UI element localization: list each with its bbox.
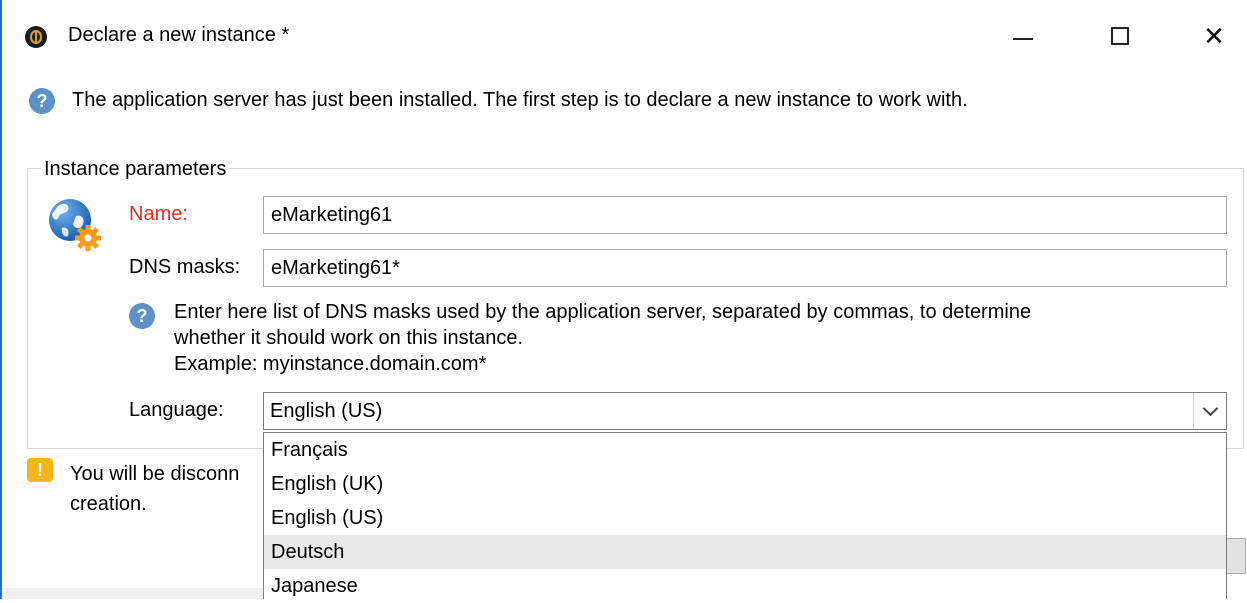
dialog-window: Declare a new instance * ✕ ? The applica…: [0, 0, 1247, 599]
warning-line: You will be disconn: [70, 463, 240, 485]
warning-line: creation.: [70, 493, 147, 515]
group-legend: Instance parameters: [41, 158, 230, 181]
language-option-english-us[interactable]: English (US): [264, 501, 1226, 535]
language-selected-value: English (US): [270, 400, 383, 422]
dns-help-text: Enter here list of DNS masks used by the…: [174, 299, 1031, 377]
exclamation-icon: !: [27, 458, 53, 482]
language-select[interactable]: English (US): [263, 392, 1227, 430]
dns-help-line: whether it should work on this instance.: [174, 327, 524, 349]
minimize-button[interactable]: [1001, 16, 1045, 56]
intro-text: The application server has just been ins…: [72, 89, 968, 111]
language-option-japanese[interactable]: Japanese: [264, 569, 1226, 603]
dialog-button-partial[interactable]: [1227, 538, 1246, 574]
window-title: Declare a new instance *: [68, 24, 290, 46]
name-input[interactable]: eMarketing61: [263, 196, 1227, 234]
globe-gear-icon: [49, 199, 101, 251]
minimize-icon: [1013, 38, 1033, 40]
language-label: Language:: [129, 399, 224, 421]
app-logo-icon: [25, 26, 47, 48]
dialog-footer: [2, 588, 263, 599]
language-dropdown-list: Français English (UK) English (US) Deuts…: [263, 432, 1227, 599]
language-option-francais[interactable]: Français: [264, 433, 1226, 467]
language-option-deutsch[interactable]: Deutsch: [264, 535, 1226, 569]
dns-masks-input[interactable]: eMarketing61*: [263, 249, 1227, 287]
chevron-down-icon: [1202, 400, 1218, 417]
dns-masks-label: DNS masks:: [129, 256, 241, 278]
maximize-icon: [1111, 27, 1129, 45]
dns-help-example: Example: myinstance.domain.com*: [174, 353, 487, 375]
title-bar: Declare a new instance * ✕: [2, 0, 1247, 70]
dns-help-line: Enter here list of DNS masks used by the…: [174, 301, 1032, 323]
name-label: Name:: [129, 203, 188, 225]
dropdown-button[interactable]: [1193, 393, 1226, 429]
question-icon: ?: [29, 88, 55, 114]
close-icon: ✕: [1203, 20, 1225, 51]
question-icon: ?: [129, 303, 155, 329]
warning-text: You will be disconn creation.: [70, 459, 266, 519]
close-button[interactable]: ✕: [1192, 16, 1236, 56]
language-option-english-uk[interactable]: English (UK): [264, 467, 1226, 501]
maximize-button[interactable]: [1098, 16, 1142, 56]
